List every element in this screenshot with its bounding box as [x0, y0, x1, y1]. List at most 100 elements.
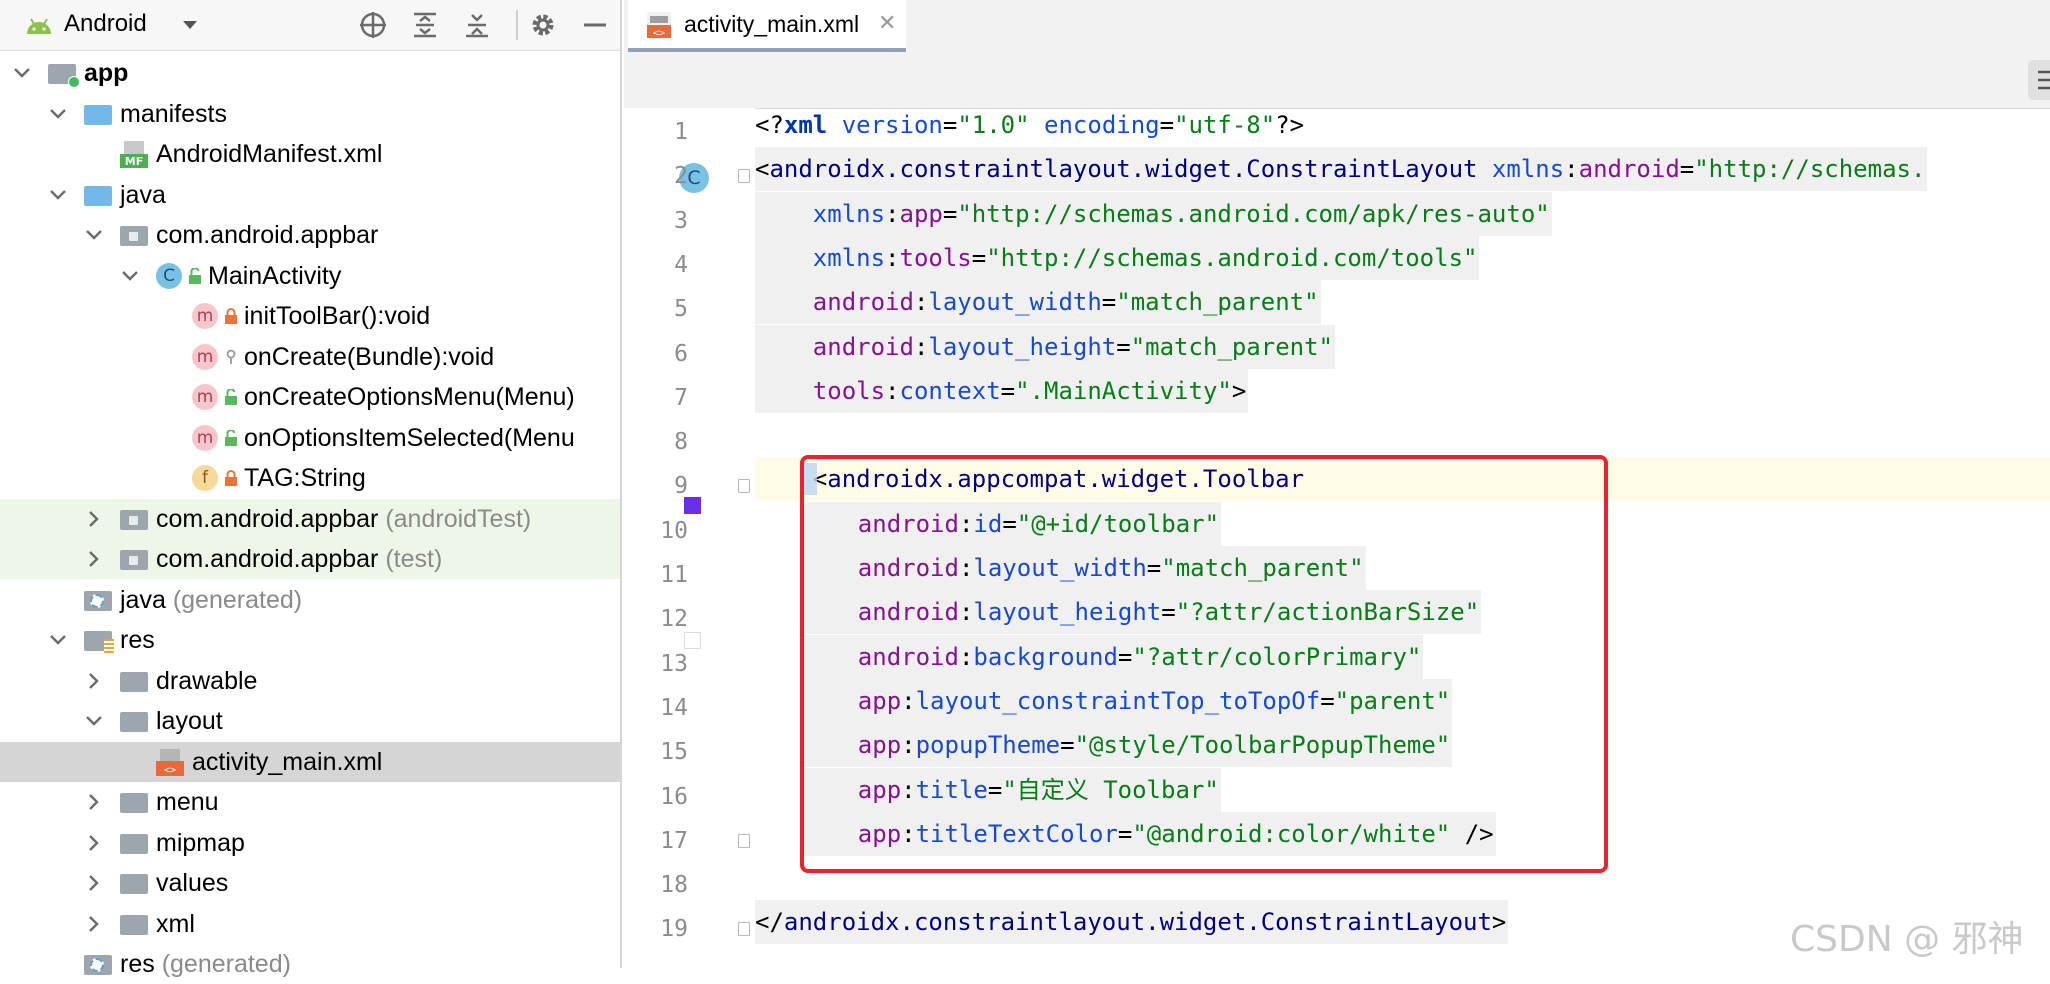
fold-marker-icon[interactable] [738, 479, 750, 494]
code-token: android [812, 332, 914, 361]
chevron-down-icon[interactable] [182, 18, 198, 30]
tree-item-name: values [156, 869, 229, 897]
tree-item-name: java [120, 180, 166, 209]
tree-item[interactable]: mipmap [0, 823, 620, 863]
code-token: "1.0" [957, 111, 1030, 139]
expand-all-icon[interactable] [408, 8, 442, 42]
color-swatch-primary[interactable] [684, 497, 701, 514]
tree-item[interactable]: <> activity_main.xml [0, 741, 620, 782]
tree-item-label: xml [156, 910, 195, 939]
code-line[interactable]: android:layout_height="match_parent" [755, 324, 1335, 369]
chevron-right-icon[interactable] [84, 671, 104, 691]
chevron-down-icon[interactable] [84, 711, 104, 731]
tab-label: activity_main.xml [684, 11, 860, 37]
fold-marker-icon[interactable] [738, 833, 750, 848]
line-number: 10 [660, 517, 688, 544]
tree-item[interactable]: values [0, 863, 620, 903]
editor-toolbar [624, 52, 2050, 109]
tree-item[interactable]: f TAG:String [0, 458, 620, 498]
tree-item[interactable]: xml [0, 904, 620, 944]
line-number: 3 [674, 207, 688, 234]
code-line[interactable]: tools:context=".MainActivity"> [755, 368, 1249, 413]
tree-item-label: com.android.appbar (androidTest) [156, 505, 531, 534]
chevron-down-icon[interactable] [12, 63, 32, 83]
tree-item-name: manifests [120, 99, 227, 128]
svg-text:<>: <> [164, 765, 176, 776]
chevron-right-icon[interactable] [84, 833, 104, 853]
line-number: 18 [660, 872, 688, 899]
method-icon: m [192, 303, 218, 329]
class-icon: C [156, 262, 182, 289]
tree-item[interactable]: m initToolBar():void [0, 296, 620, 336]
chevron-right-icon[interactable] [84, 914, 104, 934]
project-panel: Android app manifests MF AndroidManifest.xm… [0, 0, 622, 978]
chevron-right-icon[interactable] [84, 549, 104, 569]
code-token: xmlns [812, 243, 886, 272]
tree-item[interactable]: m onOptionsItemSelected(Menu [0, 418, 620, 458]
code-line[interactable]: <?xml version="1.0" encoding="utf-8"?> [755, 103, 1306, 147]
code-token: : [885, 243, 900, 272]
tree-item[interactable]: menu [0, 782, 620, 822]
code-token: android [1578, 155, 1680, 184]
line-number: 16 [660, 783, 688, 810]
code-line[interactable]: <androidx.constraintlayout.widget.Constr… [755, 147, 1928, 192]
code-token: </ [755, 908, 784, 937]
tree-item[interactable]: com.android.appbar (test) [0, 539, 620, 579]
chevron-down-icon[interactable] [48, 185, 68, 205]
line-gutter: C 1 2 3 4 5 6 7 8 9 10 11 12 13 14 15 16 17 18 19 [624, 108, 788, 968]
tree-item[interactable]: java (generated) [0, 580, 620, 620]
code-line[interactable]: </androidx.constraintlayout.widget.Const… [755, 900, 1509, 945]
close-icon[interactable]: ✕ [878, 10, 896, 36]
color-swatch-white[interactable] [684, 632, 701, 649]
locate-file-icon[interactable] [356, 8, 390, 42]
tree-item[interactable]: app [0, 53, 620, 93]
chevron-right-icon[interactable] [84, 509, 104, 529]
gear-icon[interactable] [526, 8, 560, 42]
code-token: androidx.constraintlayout.widget.Constra… [769, 155, 1478, 184]
tree-item-name: TAG:String [244, 464, 366, 492]
tree-item[interactable]: C MainActivity [0, 256, 620, 296]
tree-item-label: mipmap [156, 829, 245, 858]
tree-item-label: onOptionsItemSelected(Menu [244, 424, 575, 453]
chevron-down-icon[interactable] [120, 266, 140, 286]
folder-icon [120, 793, 148, 813]
tree-item[interactable]: manifests [0, 94, 620, 134]
tree-item[interactable]: drawable [0, 661, 620, 701]
minimize-icon[interactable] [578, 8, 612, 42]
fold-marker-icon[interactable] [738, 922, 750, 937]
chevron-right-icon[interactable] [84, 873, 104, 893]
code-token: android [812, 288, 914, 317]
tree-item-qualifier: (generated) [172, 585, 303, 614]
tree-item[interactable]: MF AndroidManifest.xml [0, 134, 620, 174]
tree-item[interactable]: com.android.appbar (androidTest) [0, 498, 620, 539]
code-line[interactable]: xmlns:app="http://schemas.android.com/ap… [755, 191, 1552, 236]
line-number: 19 [660, 916, 688, 943]
tree-item[interactable]: res (generated) [0, 944, 620, 984]
tree-item[interactable]: layout [0, 701, 620, 741]
tree-item[interactable]: com.android.appbar [0, 215, 620, 255]
code-line[interactable]: android:layout_width="match_parent" [755, 280, 1321, 325]
tree-item[interactable]: m onCreate(Bundle):void [0, 337, 620, 377]
code-token: ?> [1275, 111, 1305, 139]
chevron-down-icon[interactable] [48, 104, 68, 124]
tree-item-label: res [120, 626, 155, 655]
layout-xml-icon: <> [156, 748, 184, 776]
line-number: 15 [660, 739, 688, 766]
tree-item[interactable]: java [0, 175, 620, 215]
code-line[interactable]: xmlns:tools="http://schemas.android.com/… [755, 235, 1480, 280]
menu-icon[interactable] [2028, 60, 2050, 100]
chevron-down-icon[interactable] [84, 225, 104, 245]
tab-activity-main-xml[interactable]: <> activity_main.xml ✕ [628, 0, 906, 52]
tree-item[interactable]: res [0, 620, 620, 660]
collapse-all-icon[interactable] [460, 8, 494, 42]
code-token: tools [812, 376, 886, 405]
code-editor: <> activity_main.xml ✕ C 1 2 3 4 5 6 7 8 9 10 11 12… [624, 0, 2050, 968]
public-lock-icon [224, 428, 238, 446]
chevron-down-icon[interactable] [48, 630, 68, 650]
tree-item[interactable]: m onCreateOptionsMenu(Menu) [0, 377, 620, 417]
fold-marker-icon[interactable] [738, 169, 750, 184]
view-selector[interactable]: Android [64, 10, 147, 38]
chevron-right-icon[interactable] [84, 792, 104, 812]
